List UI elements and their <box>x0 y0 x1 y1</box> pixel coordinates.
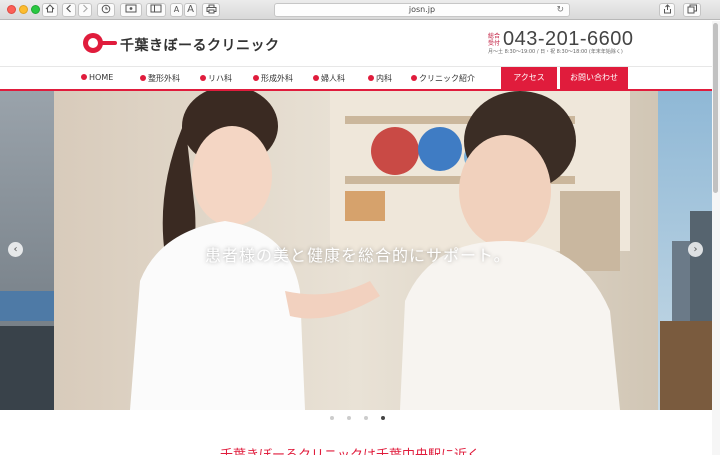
slider-prev-button[interactable]: ‹ <box>8 242 23 257</box>
nav-item-rehab[interactable]: リハ科 <box>200 73 232 84</box>
small-a-icon: A <box>173 5 180 14</box>
printer-icon <box>206 4 216 14</box>
chevron-left-icon: ‹ <box>13 244 18 255</box>
nav-item-plastic-surgery[interactable]: 形成外科 <box>253 73 293 84</box>
url-text: josn.jp <box>408 5 436 14</box>
sidebar-icon <box>150 4 162 13</box>
hero-caption: 患者様の美と健康を総合的にサポート。 <box>205 246 511 265</box>
close-window-button[interactable] <box>7 5 16 14</box>
sidebar-button[interactable] <box>146 3 166 17</box>
bullet-icon <box>140 75 146 81</box>
slider-dot[interactable] <box>330 416 334 420</box>
minimize-window-button[interactable] <box>19 5 28 14</box>
address-bar[interactable]: josn.jp ↻ <box>274 3 570 17</box>
chevron-right-icon: › <box>693 244 698 255</box>
slider-dot[interactable] <box>364 416 368 420</box>
slider-dot[interactable] <box>381 416 385 420</box>
logo-mark-icon <box>83 33 103 53</box>
nav-item-label: 婦人科 <box>321 74 345 83</box>
share-icon <box>663 4 671 14</box>
back-button[interactable] <box>62 3 76 17</box>
nav-item-label: 形成外科 <box>261 74 293 83</box>
slider-dot[interactable] <box>347 416 351 420</box>
site-header: 千葉きぼーるクリニック 総合受付 043-201-6600 月〜土 8:30〜1… <box>0 21 712 67</box>
bullet-icon <box>313 75 319 81</box>
bullet-icon <box>81 74 87 80</box>
nav-item-orthopedics[interactable]: 整形外科 <box>140 73 180 84</box>
history-button[interactable] <box>97 3 115 17</box>
share-button[interactable] <box>659 3 675 17</box>
bullet-icon <box>200 75 206 81</box>
reload-icon[interactable]: ↻ <box>556 4 564 16</box>
text-smaller-button[interactable]: A <box>170 3 183 17</box>
main-nav: HOME 整形外科 リハ科 形成外科 婦人科 内科 クリニック紹介 アクセス お… <box>0 66 712 90</box>
nav-item-label: HOME <box>89 73 114 82</box>
nav-item-label: リハ科 <box>208 74 232 83</box>
access-button[interactable]: アクセス <box>501 67 557 90</box>
slider-next-button[interactable]: › <box>688 242 703 257</box>
slider-pagination <box>0 413 712 421</box>
clock-icon <box>101 4 111 14</box>
text-larger-button[interactable]: A <box>184 3 197 17</box>
page-scrollbar[interactable] <box>712 21 720 455</box>
forward-button[interactable] <box>78 3 92 17</box>
intro-heading: 千葉きぼーるクリニックは千葉中央駅に近く <box>220 444 480 455</box>
home-icon <box>45 4 55 13</box>
nav-item-label: 内科 <box>376 74 392 83</box>
large-a-icon: A <box>187 4 194 15</box>
logo-text: 千葉きぼーるクリニック <box>120 38 280 54</box>
tabs-icon <box>687 4 697 14</box>
bullet-icon <box>411 75 417 81</box>
tel-hours: 月〜土 8:30〜19:00 / 日・祝 8:30〜18:00 (年末年始除く) <box>488 49 623 55</box>
nav-item-home[interactable]: HOME <box>81 73 113 82</box>
chevron-right-icon <box>83 4 88 13</box>
top-sites-button[interactable] <box>120 3 142 17</box>
nav-item-label: クリニック紹介 <box>419 74 475 83</box>
chevron-left-icon <box>66 4 71 13</box>
hero-slider: 患者様の美と健康を総合的にサポート。 ‹ › <box>0 91 712 410</box>
grid-icon <box>125 4 137 13</box>
home-button[interactable] <box>42 3 58 17</box>
nav-item-clinic-intro[interactable]: クリニック紹介 <box>411 73 475 84</box>
nav-item-internal-medicine[interactable]: 内科 <box>368 73 392 84</box>
scrollbar-thumb[interactable] <box>713 23 718 193</box>
browser-toolbar: A A josn.jp ↻ <box>0 0 720 20</box>
contact-button[interactable]: お問い合わせ <box>560 67 628 90</box>
bullet-icon <box>253 75 259 81</box>
print-button[interactable] <box>202 3 220 17</box>
tabs-button[interactable] <box>683 3 701 17</box>
nav-item-label: 整形外科 <box>148 74 180 83</box>
bullet-icon <box>368 75 374 81</box>
tel-label: 総合受付 <box>488 33 501 47</box>
nav-item-gynecology[interactable]: 婦人科 <box>313 73 345 84</box>
zoom-window-button[interactable] <box>31 5 40 14</box>
